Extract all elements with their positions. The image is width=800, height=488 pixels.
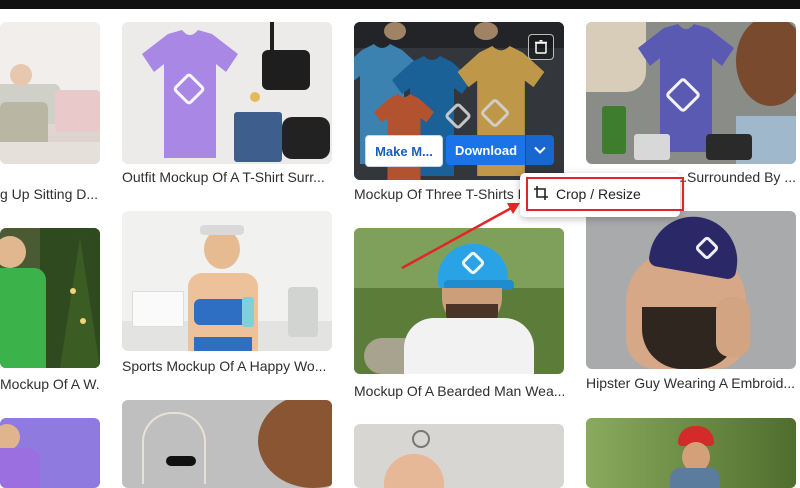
mockup-thumbnail-accessories[interactable] xyxy=(122,400,332,488)
trash-icon xyxy=(535,40,547,54)
mockup-thumbnail-sports[interactable] xyxy=(122,211,332,351)
card-caption[interactable]: Outfit Mockup Of A T-Shirt Surr... xyxy=(122,168,332,186)
chevron-down-icon xyxy=(534,146,546,154)
download-button[interactable]: Download xyxy=(446,135,526,165)
mockup-thumbnail-bedroom[interactable] xyxy=(0,22,100,164)
mockup-thumbnail-hipster[interactable] xyxy=(586,211,796,369)
download-dropdown-menu: Crop / Resize xyxy=(520,173,684,217)
mockup-thumbnail-woman-green[interactable] xyxy=(0,228,100,368)
mockup-thumbnail-purple[interactable] xyxy=(0,418,100,488)
card-caption[interactable]: Sports Mockup Of A Happy Wo... xyxy=(122,357,332,375)
download-options-button[interactable] xyxy=(525,135,554,165)
card-caption[interactable]: Mockup Of A W... xyxy=(0,375,100,393)
crop-icon xyxy=(534,186,548,200)
menu-item-label: Crop / Resize xyxy=(556,186,641,202)
card-caption[interactable]: g Up Sitting D... xyxy=(0,185,100,203)
mockup-thumbnail-bearded-man[interactable] xyxy=(354,228,564,374)
mockup-thumbnail-hanger[interactable] xyxy=(354,424,564,488)
delete-button[interactable] xyxy=(528,34,554,60)
make-mockup-button[interactable]: Make M... xyxy=(365,135,443,167)
crop-resize-menu-item[interactable]: Crop / Resize xyxy=(526,177,684,211)
top-bar xyxy=(0,0,800,9)
mockup-thumbnail-red-hat[interactable] xyxy=(586,418,796,488)
mockup-thumbnail-surrounded[interactable] xyxy=(586,22,796,164)
card-caption[interactable]: Mockup Of Three T-Shirts Ly xyxy=(354,185,522,203)
card-caption[interactable]: Mockup Of A Bearded Man Wea... xyxy=(354,382,564,400)
mockup-thumbnail-outfit[interactable] xyxy=(122,22,332,164)
card-caption[interactable]: Hipster Guy Wearing A Embroid... xyxy=(586,374,796,392)
